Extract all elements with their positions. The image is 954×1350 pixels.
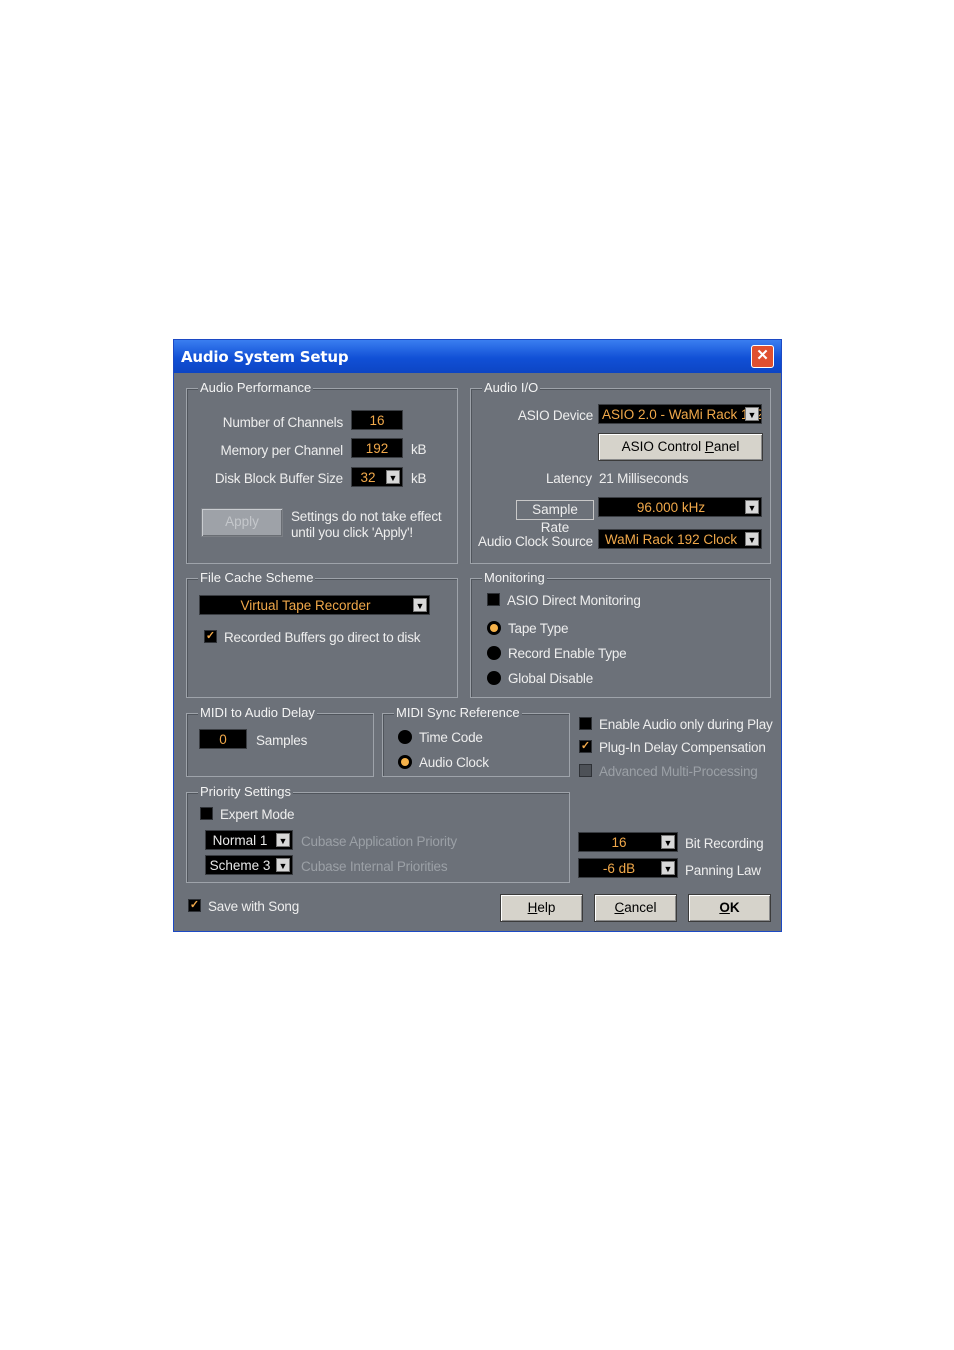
- app-priority-label: Cubase Application Priority: [301, 834, 457, 849]
- clock-source-label: Audio Clock Source: [478, 534, 593, 549]
- close-icon[interactable]: ✕: [751, 345, 774, 368]
- internal-priority-dropdown[interactable]: Scheme 3 ▼: [205, 855, 293, 875]
- control-panel-label-pre: ASIO Control: [621, 439, 705, 454]
- bit-recording-value: 16: [611, 835, 627, 850]
- chevron-down-icon: ▼: [386, 470, 400, 484]
- asio-direct-checkbox[interactable]: [487, 593, 500, 606]
- time-code-radio[interactable]: [398, 730, 412, 744]
- enable-audio-label: Enable Audio only during Play: [599, 717, 773, 732]
- audio-system-setup-dialog: Audio System Setup ✕ Audio Performance N…: [173, 339, 782, 932]
- window-title: Audio System Setup: [181, 348, 349, 366]
- chevron-down-icon: ▼: [745, 500, 759, 514]
- save-with-song-checkbox[interactable]: ✓: [188, 899, 201, 912]
- help-mnemonic: H: [527, 900, 538, 915]
- cancel-button[interactable]: Cancel: [594, 894, 677, 922]
- enable-audio-checkbox[interactable]: [579, 717, 592, 730]
- chevron-down-icon: ▼: [745, 532, 759, 546]
- file-cache-legend: File Cache Scheme: [198, 570, 316, 586]
- ok-label: K: [729, 900, 740, 915]
- asio-device-value: ASIO 2.0 - WaMi Rack 192: [602, 407, 762, 422]
- buffer-label: Disk Block Buffer Size: [214, 471, 343, 486]
- sample-rate-value: 96.000 kHz: [636, 500, 706, 515]
- priority-legend: Priority Settings: [198, 784, 294, 800]
- midi-delay-field[interactable]: 0: [199, 729, 247, 749]
- chevron-down-icon: ▼: [661, 835, 675, 849]
- help-label: elp: [537, 900, 556, 915]
- time-code-label: Time Code: [419, 730, 483, 745]
- app-priority-dropdown[interactable]: Normal 1 ▼: [205, 830, 293, 850]
- monitoring-legend: Monitoring: [482, 570, 547, 586]
- expert-mode-checkbox[interactable]: [200, 807, 213, 820]
- clock-source-value: WaMi Rack 192 Clock: [604, 532, 738, 547]
- panning-law-label: Panning Law: [685, 863, 761, 878]
- file-cache-dropdown[interactable]: Virtual Tape Recorder ▼: [199, 595, 430, 615]
- settings-note-line2: until you click 'Apply'!: [291, 525, 413, 540]
- plugin-delay-label: Plug-In Delay Compensation: [599, 740, 766, 755]
- latency-label: Latency: [546, 471, 592, 486]
- midi-sync-legend: MIDI Sync Reference: [394, 705, 522, 721]
- expert-mode-label: Expert Mode: [220, 807, 295, 822]
- cancel-mnemonic: C: [614, 900, 625, 915]
- clock-source-dropdown[interactable]: WaMi Rack 192 Clock ▼: [598, 529, 762, 549]
- app-priority-value: Normal 1: [212, 833, 268, 848]
- ok-mnemonic: O: [719, 900, 730, 915]
- channels-field[interactable]: 16: [351, 410, 403, 430]
- help-button[interactable]: Help: [500, 894, 583, 922]
- ok-button[interactable]: OK: [688, 894, 771, 922]
- control-panel-label-mnemonic: P: [704, 439, 714, 454]
- memory-unit: kB: [411, 442, 427, 457]
- latency-value: 21 Milliseconds: [599, 471, 689, 486]
- panning-law-value: -6 dB: [602, 861, 636, 876]
- chevron-down-icon: ▼: [661, 861, 675, 875]
- tape-type-radio[interactable]: [487, 621, 501, 635]
- recorded-buffers-label: Recorded Buffers go direct to disk: [224, 630, 421, 645]
- global-disable-label: Global Disable: [508, 671, 593, 686]
- asio-control-panel-button[interactable]: ASIO Control Panel: [598, 433, 763, 461]
- memory-field[interactable]: 192: [351, 438, 403, 458]
- audio-performance-legend: Audio Performance: [198, 380, 314, 396]
- memory-label: Memory per Channel: [220, 443, 344, 458]
- sample-rate-dropdown[interactable]: 96.000 kHz ▼: [598, 497, 762, 517]
- asio-device-label: ASIO Device: [517, 408, 593, 423]
- record-enable-label: Record Enable Type: [508, 646, 627, 661]
- internal-priority-label: Cubase Internal Priorities: [301, 859, 448, 874]
- global-disable-radio[interactable]: [487, 671, 501, 685]
- file-cache-value: Virtual Tape Recorder: [240, 598, 371, 613]
- channels-label: Number of Channels: [222, 415, 343, 430]
- audio-io-legend: Audio I/O: [482, 380, 541, 396]
- chevron-down-icon: ▼: [276, 858, 290, 872]
- record-enable-radio[interactable]: [487, 646, 501, 660]
- tape-type-label: Tape Type: [508, 621, 569, 636]
- settings-note-line1: Settings do not take effect: [291, 509, 442, 524]
- cancel-label: ancel: [624, 900, 657, 915]
- midi-delay-legend: MIDI to Audio Delay: [198, 705, 317, 721]
- asio-direct-label: ASIO Direct Monitoring: [507, 593, 641, 608]
- buffer-value: 32: [360, 470, 376, 485]
- chevron-down-icon: ▼: [276, 833, 290, 847]
- audio-clock-label: Audio Clock: [419, 755, 489, 770]
- buffer-dropdown[interactable]: 32 ▼: [351, 467, 403, 487]
- save-with-song-label: Save with Song: [208, 899, 300, 914]
- title-bar[interactable]: Audio System Setup ✕: [174, 340, 781, 373]
- multi-processing-label: Advanced Multi-Processing: [599, 764, 758, 779]
- panning-law-dropdown[interactable]: -6 dB ▼: [578, 858, 678, 878]
- bit-recording-label: Bit Recording: [685, 836, 764, 851]
- chevron-down-icon: ▼: [745, 407, 759, 421]
- plugin-delay-checkbox[interactable]: ✓: [579, 740, 592, 753]
- internal-priority-value: Scheme 3: [209, 858, 271, 873]
- sample-rate-button[interactable]: Sample Rate: [516, 500, 594, 535]
- control-panel-label-post: anel: [713, 439, 740, 454]
- audio-clock-radio[interactable]: [398, 755, 412, 769]
- bit-recording-dropdown[interactable]: 16 ▼: [578, 832, 678, 852]
- midi-delay-unit: Samples: [256, 733, 308, 748]
- apply-button[interactable]: Apply: [201, 508, 283, 537]
- recorded-buffers-checkbox[interactable]: ✓: [204, 630, 217, 643]
- asio-device-dropdown[interactable]: ASIO 2.0 - WaMi Rack 192 ▼: [598, 404, 762, 424]
- buffer-unit: kB: [411, 471, 427, 486]
- multi-processing-checkbox[interactable]: [579, 764, 592, 777]
- chevron-down-icon: ▼: [413, 598, 427, 612]
